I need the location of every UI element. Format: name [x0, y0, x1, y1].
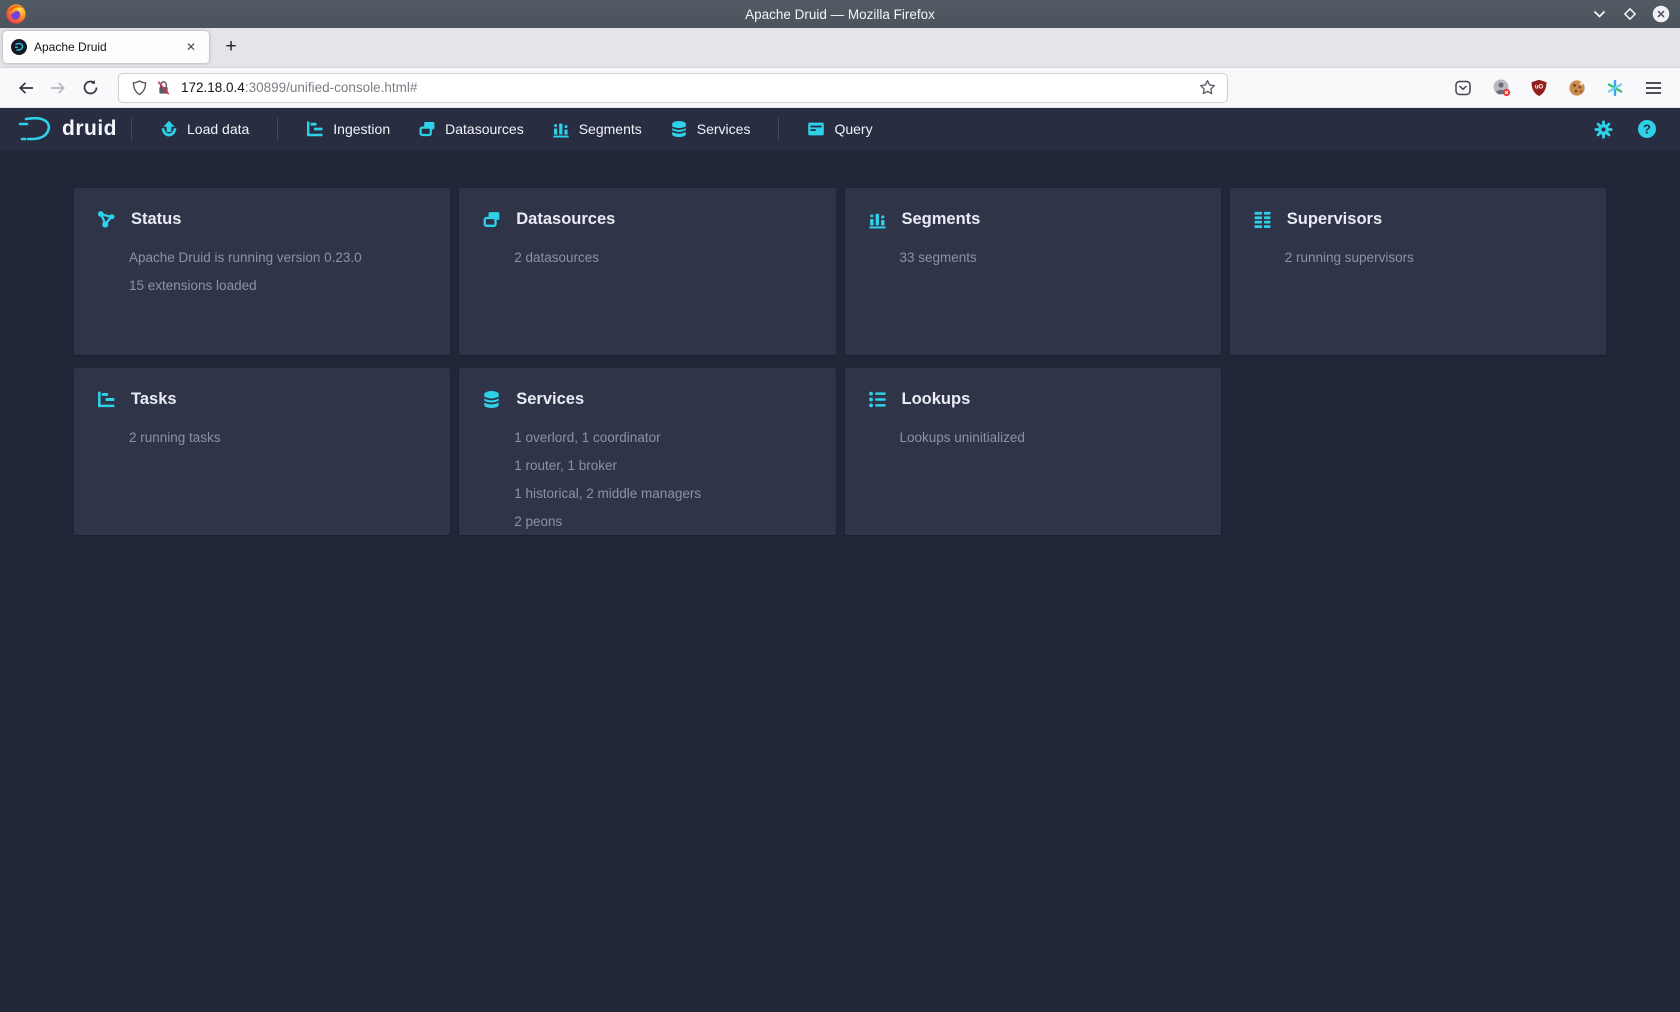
lookups-status-text: Lookups uninitialized — [900, 424, 1201, 452]
help-glyph: ? — [1643, 122, 1651, 137]
nav-label-load-data: Load data — [187, 121, 249, 137]
menu-hamburger-icon[interactable] — [1638, 73, 1668, 103]
browser-tab[interactable]: Apache Druid ✕ — [3, 31, 209, 63]
reload-button[interactable] — [74, 73, 106, 103]
settings-gear-icon[interactable] — [1588, 114, 1618, 144]
pocket-icon[interactable] — [1448, 73, 1478, 103]
card-title-supervisors: Supervisors — [1287, 210, 1382, 229]
tab-close-icon[interactable]: ✕ — [181, 37, 201, 57]
close-button[interactable] — [1652, 5, 1670, 23]
bar-chart-icon — [868, 210, 887, 229]
nav-label-segments: Segments — [579, 121, 642, 137]
card-segments[interactable]: Segments 33 segments — [845, 188, 1221, 355]
datasources-count-text: 2 datasources — [514, 244, 815, 272]
bar-chart-icon — [552, 120, 570, 138]
card-status[interactable]: Status Apache Druid is running version 0… — [74, 188, 450, 355]
multi-select-icon — [482, 210, 501, 229]
url-path: :30899/unified-console.html# — [245, 80, 418, 95]
status-version-text: Apache Druid is running version 0.23.0 — [129, 244, 430, 272]
services-line-1: 1 overlord, 1 coordinator — [514, 424, 815, 452]
forward-button[interactable] — [42, 73, 74, 103]
card-lookups[interactable]: Lookups Lookups uninitialized — [845, 368, 1221, 535]
minimize-button[interactable] — [1590, 5, 1608, 23]
insecure-lock-icon[interactable] — [151, 77, 175, 99]
card-title-status: Status — [131, 210, 181, 229]
services-line-2: 1 router, 1 broker — [514, 452, 815, 480]
window-title: Apache Druid — Mozilla Firefox — [0, 7, 1680, 22]
status-extensions-text: 15 extensions loaded — [129, 272, 430, 300]
database-icon — [482, 390, 501, 409]
card-supervisors[interactable]: Supervisors 2 running supervisors — [1230, 188, 1606, 355]
profile-extension-icon[interactable] — [1486, 73, 1516, 103]
card-title-tasks: Tasks — [131, 390, 177, 409]
nav-item-segments[interactable]: Segments — [538, 108, 656, 150]
svg-text:uO: uO — [1535, 84, 1544, 90]
query-console-icon — [807, 120, 825, 138]
services-line-3: 1 historical, 2 middle managers — [514, 480, 815, 508]
card-title-segments: Segments — [902, 210, 981, 229]
window-titlebar: Apache Druid — Mozilla Firefox — [0, 0, 1680, 28]
nav-separator — [131, 118, 132, 140]
tab-title: Apache Druid — [34, 40, 181, 54]
tasks-count-text: 2 running tasks — [129, 424, 430, 452]
properties-list-icon — [868, 390, 887, 409]
card-services[interactable]: Services 1 overlord, 1 coordinator 1 rou… — [459, 368, 835, 535]
upload-icon — [160, 120, 178, 138]
services-line-4: 2 peons — [514, 508, 815, 536]
list-columns-icon — [1253, 210, 1272, 229]
card-title-services: Services — [516, 390, 584, 409]
extension-asterisk-icon[interactable] — [1600, 73, 1630, 103]
gantt-chart-icon — [306, 120, 324, 138]
card-title-lookups: Lookups — [902, 390, 971, 409]
url-host: 172.18.0.4 — [181, 80, 245, 95]
druid-logo[interactable]: druid — [18, 116, 117, 142]
nav-item-load-data[interactable]: Load data — [146, 108, 263, 150]
home-view: Status Apache Druid is running version 0… — [0, 150, 1680, 535]
url-text: 172.18.0.4:30899/unified-console.html# — [181, 80, 1195, 95]
nav-item-query[interactable]: Query — [793, 108, 886, 150]
card-datasources[interactable]: Datasources 2 datasources — [459, 188, 835, 355]
maximize-button[interactable] — [1621, 5, 1639, 23]
nav-label-ingestion: Ingestion — [333, 121, 390, 137]
cookie-editor-icon[interactable] — [1562, 73, 1592, 103]
nav-label-query: Query — [834, 121, 872, 137]
nav-item-services[interactable]: Services — [656, 108, 765, 150]
brand-wordmark: druid — [62, 117, 117, 141]
druid-favicon — [11, 39, 27, 55]
url-bar[interactable]: 172.18.0.4:30899/unified-console.html# — [118, 73, 1228, 103]
druid-navbar: druid Load data Ingestion Datasources — [0, 108, 1680, 150]
gantt-chart-icon — [97, 390, 116, 409]
nav-item-datasources[interactable]: Datasources — [404, 108, 538, 150]
new-tab-button[interactable]: + — [217, 33, 245, 61]
nav-item-ingestion[interactable]: Ingestion — [292, 108, 404, 150]
graph-icon — [97, 210, 116, 229]
browser-toolbar: 172.18.0.4:30899/unified-console.html# u… — [0, 68, 1680, 108]
bookmark-star-icon[interactable] — [1195, 77, 1219, 99]
nav-label-datasources: Datasources — [445, 121, 524, 137]
card-tasks[interactable]: Tasks 2 running tasks — [74, 368, 450, 535]
multi-select-icon — [418, 120, 436, 138]
database-icon — [670, 120, 688, 138]
segments-count-text: 33 segments — [900, 244, 1201, 272]
druid-logo-icon — [18, 116, 54, 142]
card-title-datasources: Datasources — [516, 210, 615, 229]
nav-separator — [778, 118, 779, 140]
ublock-origin-icon[interactable]: uO — [1524, 73, 1554, 103]
shield-icon[interactable] — [127, 77, 151, 99]
supervisors-count-text: 2 running supervisors — [1285, 244, 1586, 272]
back-button[interactable] — [10, 73, 42, 103]
help-icon[interactable]: ? — [1632, 114, 1662, 144]
tab-strip: Apache Druid ✕ + — [0, 28, 1680, 68]
nav-separator — [277, 118, 278, 140]
nav-label-services: Services — [697, 121, 751, 137]
